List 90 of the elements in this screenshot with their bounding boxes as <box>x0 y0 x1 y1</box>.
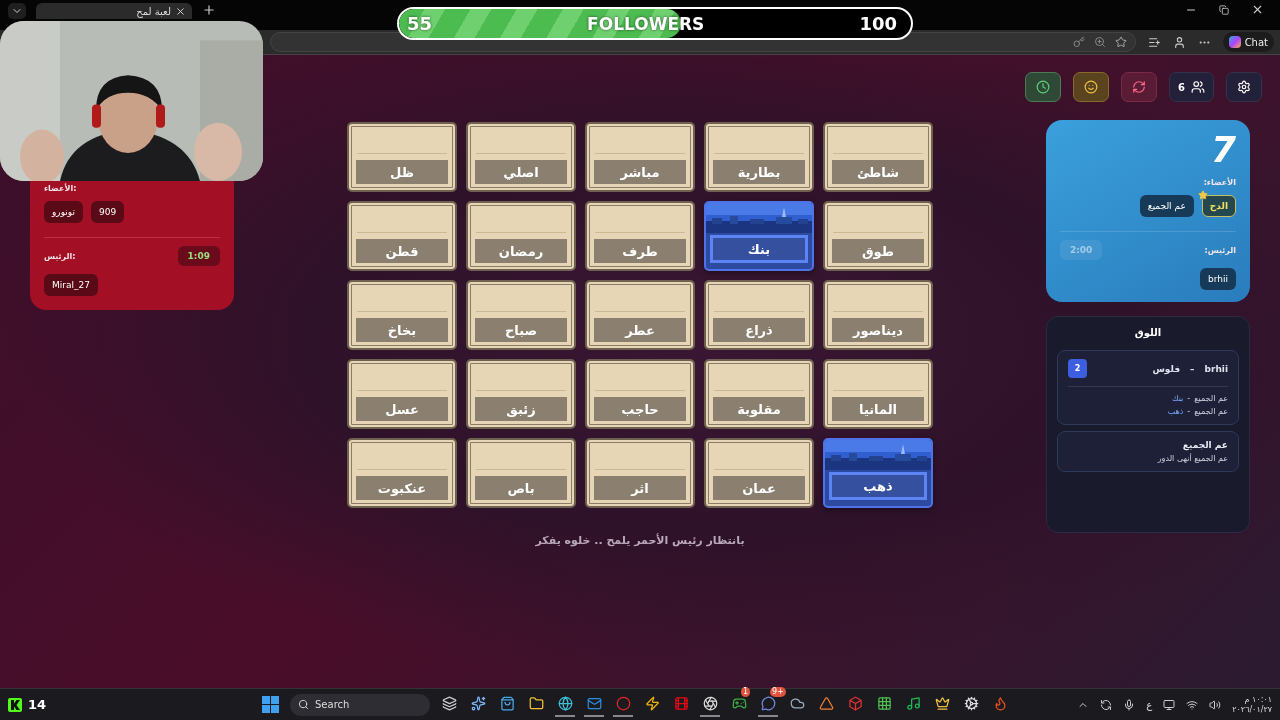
new-tab-button[interactable] <box>202 3 216 17</box>
emoji-button[interactable] <box>1073 72 1110 102</box>
word-card[interactable]: مقلوبة <box>704 359 814 429</box>
guessed-word: بنك <box>1171 394 1184 403</box>
close-icon[interactable] <box>175 5 186 17</box>
word-card[interactable]: عطر <box>585 280 695 350</box>
restore-icon[interactable] <box>1219 3 1229 16</box>
member-chip: عم الجميع <box>1139 195 1194 217</box>
mic-icon[interactable] <box>1123 698 1136 711</box>
word-card[interactable]: ظل <box>347 122 457 192</box>
clock-date[interactable]: ٢٠٢٦/٠١/٢٧ <box>1232 704 1272 715</box>
word-card[interactable]: رمضان <box>466 201 576 271</box>
turn-timer: 2:00 <box>1060 240 1103 260</box>
profile-icon[interactable] <box>1172 35 1186 49</box>
player-count: 6 <box>1178 81 1185 93</box>
wifi-icon[interactable] <box>1186 698 1199 711</box>
word-card[interactable]: عمان <box>704 438 814 508</box>
gear-icon <box>1237 80 1251 94</box>
word-card[interactable]: شاطئ <box>823 122 933 192</box>
word-card[interactable]: مباشر <box>585 122 695 192</box>
leader-label: الرئيس: <box>44 251 76 261</box>
timer-button[interactable] <box>1025 72 1062 102</box>
search-icon <box>298 699 309 710</box>
smile-icon <box>1084 80 1099 94</box>
word-card[interactable]: بنك <box>704 201 814 271</box>
guessed-word: ذهب <box>1167 407 1184 416</box>
sync-icon[interactable] <box>1100 698 1113 711</box>
users-icon <box>1191 80 1205 94</box>
word-card[interactable]: بطارية <box>704 122 814 192</box>
status-message: بانتظار رئيس الأحمر يلمح .. خلوه يفكر <box>535 534 745 547</box>
word-card[interactable]: بخاخ <box>347 280 457 350</box>
separator-text: - <box>1187 394 1191 403</box>
word-card[interactable]: عنكبوت <box>347 438 457 508</box>
members-label: الأعضاء: <box>1202 178 1236 187</box>
volume-icon[interactable] <box>1209 698 1222 711</box>
members-label: الأعضاء: <box>44 184 78 193</box>
clock-icon <box>1036 80 1051 94</box>
guesser-name: عم الجميع <box>1194 394 1228 403</box>
word-card[interactable]: عسل <box>347 359 457 429</box>
refresh-button[interactable] <box>1121 72 1158 102</box>
turn-timer: 1:09 <box>177 246 220 266</box>
player-name: brhii <box>1204 363 1228 374</box>
key-icon[interactable] <box>1072 36 1085 48</box>
start-button[interactable] <box>260 694 281 715</box>
leader-label: الرئيس: <box>1204 245 1236 255</box>
close-icon[interactable] <box>1251 3 1264 16</box>
players-button[interactable]: 6 <box>1169 72 1214 102</box>
leader-chip: Miral_27 <box>44 274 98 296</box>
word-card[interactable]: حاجب <box>585 359 695 429</box>
word-card[interactable]: ذهب <box>823 438 933 508</box>
notification-badge: 9+ <box>770 686 786 697</box>
log-message: عم الجميع أنهى الدور <box>1156 454 1228 463</box>
word-card[interactable]: زئبق <box>466 359 576 429</box>
notification-badge: 1 <box>741 686 751 697</box>
clue-count: 2 <box>1068 359 1087 378</box>
monitor-icon[interactable] <box>1163 698 1176 711</box>
word-card[interactable]: قطن <box>347 201 457 271</box>
player-name: عم الجميع <box>1181 440 1228 450</box>
separator-text: - <box>1187 407 1191 416</box>
zoom-icon[interactable] <box>1093 36 1106 48</box>
leader-chip: brhii <box>1200 268 1236 290</box>
word-card[interactable]: طرف <box>585 201 695 271</box>
favorites-icon[interactable] <box>1147 35 1161 49</box>
word-card[interactable]: ديناصور <box>823 280 933 350</box>
tab-list-button[interactable] <box>8 3 26 19</box>
clock-time[interactable]: ١٠:٠١ م <box>1244 694 1272 705</box>
refresh-icon <box>1132 80 1147 94</box>
star-icon[interactable] <box>1114 36 1127 48</box>
member-chip: 909 <box>91 201 125 223</box>
language-indicator[interactable]: ع <box>1146 699 1153 710</box>
chat-button[interactable]: Chat <box>1222 32 1274 52</box>
word-card[interactable]: باص <box>466 438 576 508</box>
log-title: اللوق <box>1133 327 1163 338</box>
word-card[interactable]: اصلي <box>466 122 576 192</box>
word-card[interactable]: المانيا <box>823 359 933 429</box>
word-card[interactable]: صباح <box>466 280 576 350</box>
member-chip: تونورو <box>44 201 83 223</box>
clue-word: فلوس <box>1152 363 1181 374</box>
word-card[interactable]: ذراع <box>704 280 814 350</box>
settings-button[interactable] <box>1226 72 1262 102</box>
star-icon <box>1197 190 1208 200</box>
search-field[interactable]: Search <box>290 693 430 716</box>
guesser-name: عم الجميع <box>1194 407 1228 416</box>
viewer-count: 14 <box>28 697 47 712</box>
word-card[interactable]: طوق <box>823 201 933 271</box>
dash-text: – <box>1190 363 1195 374</box>
browser-tab[interactable]: لعبة لمح <box>36 3 192 19</box>
team-score: 7 <box>1209 132 1236 170</box>
word-card[interactable]: اثر <box>585 438 695 508</box>
kick-logo-icon <box>8 697 22 712</box>
